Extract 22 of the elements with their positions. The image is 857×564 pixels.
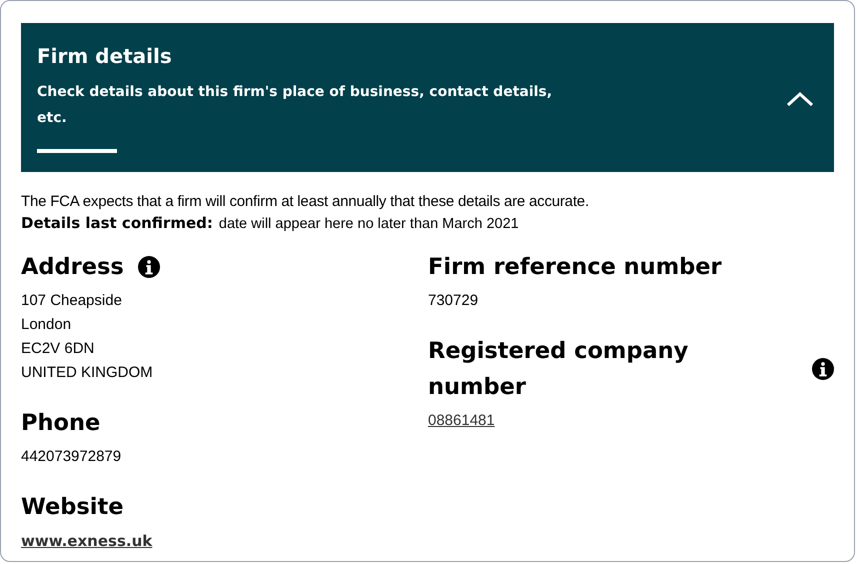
section-heading: Phone bbox=[21, 409, 100, 438]
section-heading: Registered company number bbox=[428, 337, 690, 402]
website-link[interactable]: www.exness.uk bbox=[21, 529, 152, 553]
detail-text: EC2V 6DN bbox=[21, 339, 96, 359]
confirmed-label: Details last confirmed: bbox=[21, 213, 213, 234]
info-icon[interactable] bbox=[812, 358, 834, 380]
detail-text: 107 Cheapside bbox=[21, 291, 123, 311]
notice-text: The FCA expects that a firm will confirm at least annually that these details are accurate. bbox=[21, 192, 590, 212]
panel-header[interactable]: Firm details Check details about this firm's place of business, contact details, etc. bbox=[21, 23, 834, 172]
detail-text: 442073972879 bbox=[21, 447, 122, 467]
section-heading: Address bbox=[21, 253, 124, 282]
panel-description: Check details about this firm's place of business, contact details, etc. bbox=[37, 83, 554, 128]
info-icon[interactable] bbox=[138, 256, 160, 278]
section-heading: Firm reference number bbox=[428, 253, 723, 282]
detail-text: London bbox=[21, 315, 72, 335]
detail-text: 730729 bbox=[428, 291, 480, 311]
company-number-link[interactable]: 08861481 bbox=[428, 409, 495, 433]
detail-text: UNITED KINGDOM bbox=[21, 363, 154, 383]
chevron-up-icon[interactable] bbox=[786, 91, 814, 107]
section-heading: Website bbox=[21, 493, 124, 522]
confirmed-value: date will appear here no later than March 2021 bbox=[218, 215, 519, 234]
panel-title: Firm details bbox=[37, 43, 173, 69]
